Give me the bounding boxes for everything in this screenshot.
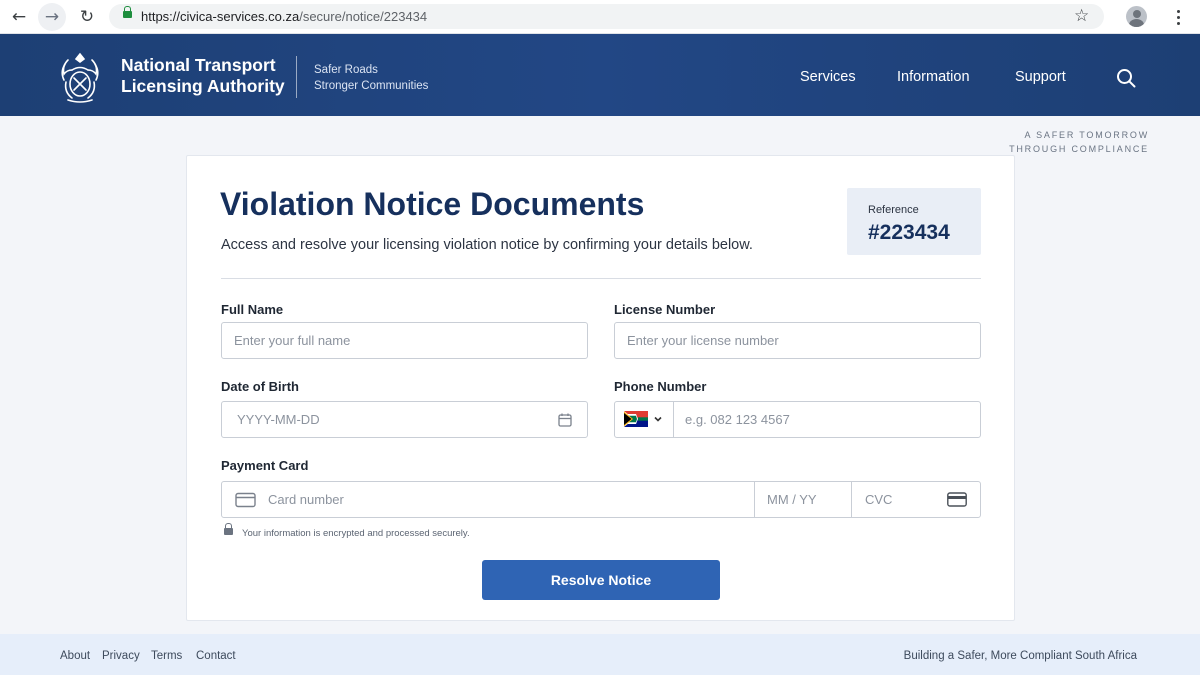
crest-icon — [61, 52, 99, 103]
kebab-menu-icon[interactable] — [1170, 6, 1186, 28]
reload-icon[interactable]: ↻ — [76, 6, 98, 28]
reference-box: Reference #223434 — [847, 188, 981, 255]
browser-toolbar: ← → ↻ https://civica-services.co.za/secu… — [0, 0, 1200, 34]
nav-information[interactable]: Information — [897, 69, 970, 85]
payment-card-label: Payment Card — [221, 458, 309, 473]
expiry-placeholder: MM / YY — [767, 492, 817, 507]
full-name-input[interactable]: Enter your full name — [221, 322, 588, 359]
license-number-input[interactable]: Enter your license number — [614, 322, 981, 359]
page-subtitle: Access and resolve your licensing violat… — [221, 237, 753, 253]
brand-name[interactable]: National Transport Licensing Authority — [121, 55, 301, 97]
south-africa-flag-icon — [624, 411, 648, 427]
full-name-placeholder: Enter your full name — [234, 333, 351, 348]
payment-card-group: Card number MM / YY CVC — [221, 481, 981, 518]
credit-card-icon — [235, 492, 256, 508]
page-title: Violation Notice Documents — [220, 186, 645, 222]
security-note: Your information is encrypted and proces… — [242, 528, 470, 539]
corner-tagline: A SAFER TOMORROW THROUGH COMPLIANCE — [1009, 130, 1149, 154]
lock-icon[interactable] — [123, 6, 132, 18]
full-name-label: Full Name — [221, 302, 284, 317]
date-of-birth-label: Date of Birth — [221, 379, 299, 394]
card-number-placeholder: Card number — [268, 492, 344, 507]
date-of-birth-input[interactable]: YYYY-MM-DD — [221, 401, 588, 438]
notice-card: Violation Notice Documents Access and re… — [186, 155, 1015, 621]
site-header: National Transport Licensing Authority S… — [0, 34, 1200, 116]
star-icon[interactable]: ☆ — [1074, 5, 1089, 27]
forward-arrow-icon[interactable]: → — [38, 3, 66, 31]
header-divider — [296, 56, 297, 98]
secure-lock-icon — [224, 523, 233, 535]
address-bar[interactable]: https://civica-services.co.za/secure/not… — [109, 4, 1104, 29]
footer-link-privacy[interactable]: Privacy — [102, 650, 140, 662]
footer-link-contact[interactable]: Contact — [196, 650, 236, 662]
nav-support[interactable]: Support — [1015, 69, 1066, 85]
header-tagline: Safer Roads Stronger Communities — [314, 64, 429, 92]
site-footer: About Privacy Terms Contact Building a S… — [0, 634, 1200, 675]
back-arrow-icon[interactable]: ← — [8, 6, 30, 28]
footer-tagline: Building a Safer, More Compliant South A… — [903, 650, 1137, 662]
date-of-birth-placeholder: YYYY-MM-DD — [237, 412, 320, 427]
search-icon[interactable] — [1116, 68, 1136, 88]
url-text: https://civica-services.co.za/secure/not… — [141, 9, 428, 24]
nav-services[interactable]: Services — [800, 69, 856, 85]
phone-number-input[interactable]: e.g. 082 123 4567 — [614, 401, 981, 438]
resolve-notice-button[interactable]: Resolve Notice — [482, 560, 720, 600]
divider — [221, 278, 981, 279]
reference-value: #223434 — [868, 221, 950, 244]
profile-icon[interactable] — [1126, 6, 1147, 27]
license-number-label: License Number — [614, 302, 716, 317]
expiry-input[interactable]: MM / YY — [755, 482, 851, 517]
phone-number-placeholder: e.g. 082 123 4567 — [685, 412, 790, 427]
license-number-placeholder: Enter your license number — [627, 333, 779, 348]
reference-label: Reference — [868, 204, 919, 216]
phone-number-label: Phone Number — [614, 379, 707, 394]
calendar-icon[interactable] — [558, 413, 572, 427]
card-number-input[interactable]: Card number — [262, 482, 752, 517]
footer-link-about[interactable]: About — [60, 650, 90, 662]
chevron-down-icon — [654, 416, 662, 422]
footer-link-terms[interactable]: Terms — [151, 650, 182, 662]
cvc-card-icon — [947, 492, 967, 507]
country-code-select[interactable] — [615, 402, 674, 437]
cvc-placeholder: CVC — [865, 492, 893, 507]
